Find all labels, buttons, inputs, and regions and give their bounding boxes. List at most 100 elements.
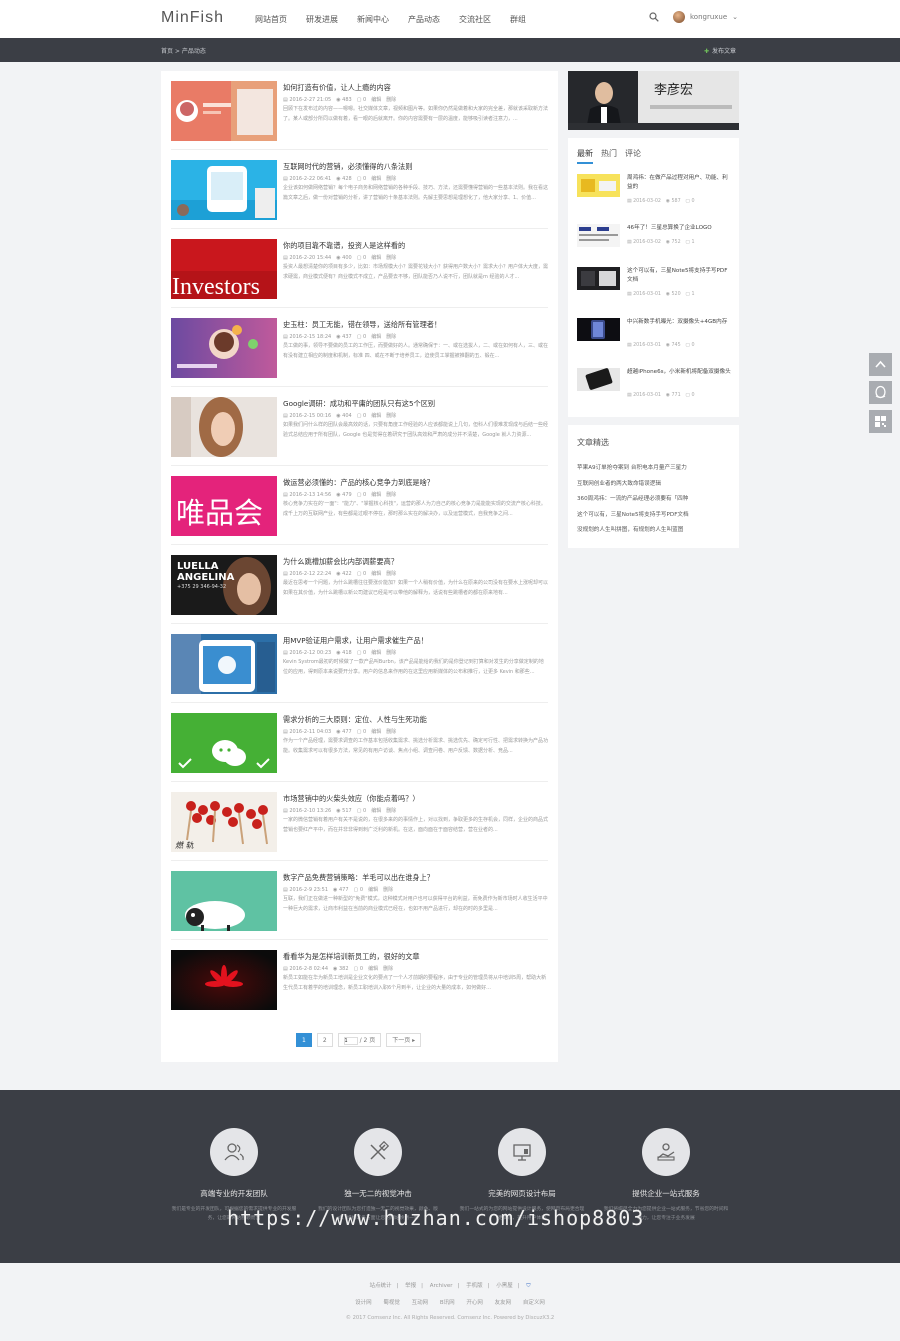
edit-link[interactable]: 编辑 (371, 255, 381, 261)
list-item[interactable]: 用MVP验证用户需求，让用户需求催生产品！ ▤ 2016-2-12 00:23 … (171, 624, 548, 703)
article-thumbnail[interactable]: 燃 轨 (171, 792, 277, 852)
nav-research[interactable]: 研发进展 (306, 14, 338, 25)
list-item[interactable]: 互联网创业者的两大致命错误逻辑 (577, 479, 689, 495)
footer-link[interactable]: 举报 (405, 1283, 416, 1289)
sidebar-banner[interactable]: 李彦宏 (568, 71, 739, 130)
article-thumbnail[interactable] (577, 267, 620, 290)
username[interactable]: kongruxue (690, 13, 727, 21)
article-thumbnail[interactable] (577, 174, 620, 197)
edit-link[interactable]: 编辑 (368, 966, 378, 972)
article-thumbnail[interactable]: 唯品会 (171, 476, 277, 536)
edit-link[interactable]: 编辑 (368, 887, 378, 893)
edit-link[interactable]: 编辑 (371, 729, 381, 735)
nav-groups[interactable]: 群组 (510, 14, 526, 25)
next-page-button[interactable]: 下一页 ▸ (386, 1033, 422, 1047)
article-title[interactable]: 数字产品免费营销策略：羊毛可以出在谁身上？ (283, 873, 434, 883)
friend-link[interactable]: 自定义网 (523, 1300, 545, 1306)
sidebar-item-title[interactable]: 中兴新数手机曝光：双摄像头+4GB内存 (627, 318, 732, 327)
footer-link[interactable]: 小黑屋 (496, 1283, 513, 1289)
delete-link[interactable]: 删除 (383, 887, 393, 893)
article-thumbnail[interactable]: LUELLA ANGELINA +375 29 346-94-32 (171, 555, 277, 615)
site-logo[interactable]: MinFish (161, 9, 224, 27)
list-item[interactable]: 数字产品免费营销策略：羊毛可以出在谁身上？ ▤ 2016-2-9 23:51 ◉… (171, 861, 548, 940)
delete-link[interactable]: 删除 (383, 966, 393, 972)
delete-link[interactable]: 删除 (386, 413, 396, 419)
page-jump-input[interactable] (343, 1037, 358, 1045)
tab-hot[interactable]: 热门 (601, 148, 617, 164)
list-item[interactable]: 史玉柱：员工无能，错在领导，送给所有管理者！ ▤ 2016-2-15 18:24… (171, 308, 548, 387)
list-item[interactable]: LUELLA ANGELINA +375 29 346-94-32 为什么跳槽加薪会… (171, 545, 548, 624)
article-title[interactable]: 需求分析的三大原则：定位、人性与生死功能 (283, 715, 427, 725)
article-title[interactable]: 你的项目靠不靠谱，投资人是这样看的 (283, 241, 405, 251)
list-item[interactable]: 看看华为是怎样培训新员工的，很好的文章 ▤ 2016-2-8 02:44 ◉ 3… (171, 940, 548, 1019)
page-1-button[interactable]: 1 (296, 1033, 312, 1047)
list-item[interactable]: Investors 你的项目靠不靠谱，投资人是这样看的 ▤ 2016-2-20 … (171, 229, 548, 308)
user-menu[interactable]: kongruxue ⌄ (673, 11, 738, 23)
back-to-top-button[interactable] (869, 353, 892, 376)
footer-link[interactable]: 站点统计 (369, 1283, 391, 1289)
qq-button[interactable] (869, 381, 892, 404)
article-title[interactable]: 做运营必须懂的：产品的核心竞争力到底是啥？ (283, 478, 434, 488)
delete-link[interactable]: 删除 (386, 255, 396, 261)
list-item[interactable]: 周鸿祎：在做产品过程对用户、功能、利益的 ▤ 2016-03-02 ◉ 587 … (577, 174, 732, 220)
article-thumbnail[interactable] (577, 318, 620, 341)
list-item[interactable]: 苹果A9订单抢夺案到 台积电本月量产三星力 (577, 463, 689, 479)
friend-link[interactable]: B讯网 (440, 1300, 455, 1306)
article-thumbnail[interactable] (171, 160, 277, 220)
article-thumbnail[interactable] (171, 634, 277, 694)
sidebar-item-title[interactable]: 46年了！三星总算换了企业LOGO (627, 224, 732, 233)
edit-link[interactable]: 编辑 (371, 176, 381, 182)
list-item[interactable]: 46年了！三星总算换了企业LOGO ▤ 2016-03-02 ◉ 752 ▢ 1 (577, 224, 732, 270)
article-title[interactable]: Google调研：成功和平庸的团队只有这5个区别 (283, 399, 435, 409)
list-item[interactable]: 唯品会 做运营必须懂的：产品的核心竞争力到底是啥？ ▤ 2016-2-13 14… (171, 466, 548, 545)
article-title[interactable]: 用MVP验证用户需求，让用户需求催生产品！ (283, 636, 428, 646)
list-item[interactable]: 超越iPhone6s，小米新机将配备双摄像头 ▤ 2016-03-01 ◉ 77… (577, 368, 732, 414)
list-item[interactable]: 360周鸿祎：一流的产品经理必须要有「四种 (577, 494, 689, 510)
list-item[interactable]: Google调研：成功和平庸的团队只有这5个区别 ▤ 2016-2-15 00:… (171, 387, 548, 466)
edit-link[interactable]: 编辑 (371, 571, 381, 577)
delete-link[interactable]: 删除 (386, 97, 396, 103)
article-title[interactable]: 为什么跳槽加薪会比内部调薪要高？ (283, 557, 398, 567)
article-title[interactable]: 如何打造有价值，让人上瘾的内容 (283, 83, 391, 93)
footer-link[interactable]: Archiver (430, 1283, 453, 1289)
list-item[interactable]: 燃 轨 市场营销中的火柴头效应（你能点着吗？） ▤ 2016-2-10 13:2… (171, 782, 548, 861)
article-thumbnail[interactable] (171, 950, 277, 1010)
article-thumbnail[interactable] (171, 318, 277, 378)
delete-link[interactable]: 删除 (386, 650, 396, 656)
article-thumbnail[interactable] (171, 81, 277, 141)
chevron-down-icon[interactable]: ⌄ (732, 13, 738, 21)
delete-link[interactable]: 删除 (386, 334, 396, 340)
sidebar-item-title[interactable]: 周鸿祎：在做产品过程对用户、功能、利益的 (627, 174, 732, 192)
edit-link[interactable]: 编辑 (371, 413, 381, 419)
delete-link[interactable]: 删除 (386, 808, 396, 814)
edit-link[interactable]: 编辑 (371, 97, 381, 103)
page-2-button[interactable]: 2 (316, 1033, 333, 1047)
edit-link[interactable]: 编辑 (371, 492, 381, 498)
list-item[interactable]: 中兴新数手机曝光：双摄像头+4GB内存 ▤ 2016-03-01 ◉ 745 ▢… (577, 318, 732, 364)
footer-link[interactable]: 手机版 (466, 1283, 483, 1289)
publish-article-button[interactable]: ✚ 发布文章 (704, 46, 736, 55)
sidebar-item-title[interactable]: 超越iPhone6s，小米新机将配备双摄像头 (627, 368, 732, 377)
delete-link[interactable]: 删除 (386, 492, 396, 498)
nav-home[interactable]: 网站首页 (255, 14, 287, 25)
edit-link[interactable]: 编辑 (371, 334, 381, 340)
friend-link[interactable]: 互动网 (412, 1300, 429, 1306)
tab-latest[interactable]: 最新 (577, 148, 593, 164)
delete-link[interactable]: 删除 (386, 176, 396, 182)
nav-news[interactable]: 新闻中心 (357, 14, 389, 25)
article-thumbnail[interactable] (171, 397, 277, 457)
qrcode-button[interactable] (869, 410, 892, 433)
delete-link[interactable]: 删除 (386, 729, 396, 735)
edit-link[interactable]: 编辑 (371, 808, 381, 814)
avatar[interactable] (673, 11, 685, 23)
edit-link[interactable]: 编辑 (371, 650, 381, 656)
article-title[interactable]: 市场营销中的火柴头效应（你能点着吗？） (283, 794, 420, 804)
list-item[interactable]: 没规划的人生叫拼图，有规划的人生叫蓝图 (577, 525, 689, 541)
friend-link[interactable]: 开心网 (466, 1300, 483, 1306)
article-thumbnail[interactable] (171, 871, 277, 931)
list-item[interactable]: 互联网时代的营销，必须懂得的八条法则 ▤ 2016-2-22 06:41 ◉ 4… (171, 150, 548, 229)
list-item[interactable]: 这个可以有，三星Note5将支持手写PDF文档 ▤ 2016-03-01 ◉ 5… (577, 267, 732, 313)
list-item[interactable]: 需求分析的三大原则：定位、人性与生死功能 ▤ 2016-2-11 04:03 ◉… (171, 703, 548, 782)
tab-comments[interactable]: 评论 (625, 148, 641, 164)
friend-link[interactable]: 友友网 (495, 1300, 512, 1306)
